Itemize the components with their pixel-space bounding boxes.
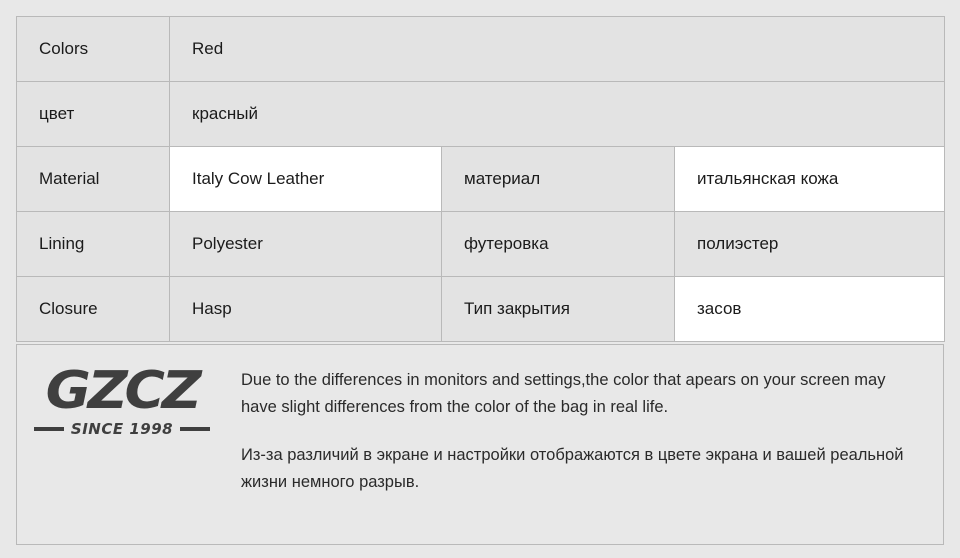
- product-spec-page: Colors Red цвет красный Material Italy Cow Le…: [0, 0, 960, 558]
- spec-value-cell: футеровка: [441, 211, 675, 277]
- spec-label-cell: Colors: [16, 16, 170, 82]
- brand-since-row: SINCE 1998: [33, 420, 211, 439]
- spec-value-cell: Тип закрытия: [441, 276, 675, 342]
- spec-value-cell: Red: [169, 16, 945, 82]
- brand-wordmark: GZCZ: [45, 361, 202, 421]
- table-row: Colors Red: [16, 16, 945, 82]
- brand-since-label: SINCE 1998: [70, 420, 174, 439]
- spec-value-cell: Polyester: [169, 211, 442, 277]
- spec-table-body: Colors Red цвет красный Material Italy Cow Le…: [16, 16, 945, 342]
- spec-label-cell: Material: [16, 146, 170, 212]
- logo-rule-right-icon: [180, 427, 211, 432]
- spec-value-cell: Italy Cow Leather: [169, 146, 442, 212]
- table-row: Lining Polyester футеровка полиэстер: [16, 211, 945, 277]
- spec-label-cell: цвет: [16, 81, 170, 147]
- disclaimer-footer: GZCZ SINCE 1998 Due to the differences i…: [16, 344, 944, 545]
- spec-value-cell: Hasp: [169, 276, 442, 342]
- spec-value-cell: полиэстер: [674, 211, 945, 277]
- spec-value-cell: красный: [169, 81, 945, 147]
- disclaimer-paragraph-en: Due to the differences in monitors and s…: [241, 371, 886, 416]
- table-row: цвет красный: [16, 81, 945, 147]
- spec-value-cell: итальянская кожа: [674, 146, 945, 212]
- brand-logo: GZCZ SINCE 1998: [17, 345, 227, 438]
- table-row: Material Italy Cow Leather материал итальян…: [16, 146, 945, 212]
- disclaimer-text-block: Due to the differences in monitors and s…: [227, 345, 943, 496]
- product-specification-table: Colors Red цвет красный Material Italy Cow Le…: [16, 16, 945, 342]
- spec-label-cell: Closure: [16, 276, 170, 342]
- spec-value-cell: засов: [674, 276, 945, 342]
- table-row: Closure Hasp Тип закрытия засов: [16, 276, 945, 342]
- disclaimer-paragraph-ru: Из-за различий в экране и настройки отоб…: [241, 446, 904, 492]
- spec-value-cell: материал: [441, 146, 675, 212]
- logo-rule-left-icon: [33, 427, 64, 432]
- spec-label-cell: Lining: [16, 211, 170, 277]
